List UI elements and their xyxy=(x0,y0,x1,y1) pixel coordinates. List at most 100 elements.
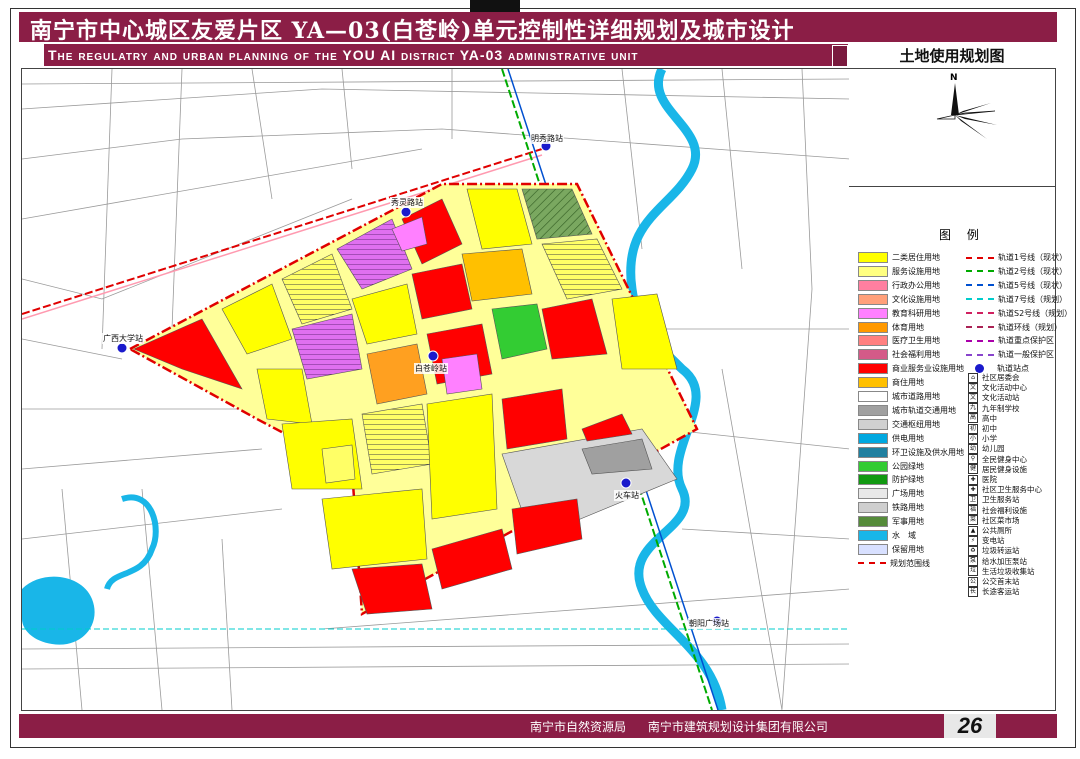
legend-swatch xyxy=(858,502,888,514)
legend-title: 图 例 xyxy=(939,228,985,242)
legend-swatch xyxy=(858,377,888,389)
legend-swatch xyxy=(858,307,888,319)
legend-swatch xyxy=(858,418,888,430)
legend-label: 商住用地 xyxy=(892,378,924,388)
legend-label: 轨道2号线（现状） xyxy=(998,266,1068,276)
legend-land-use-item: 社会福利用地 xyxy=(858,349,940,361)
middle-school-icon: 初 xyxy=(968,423,978,434)
culture-center-icon: 文 xyxy=(968,382,978,393)
legend-label: 社会福利用地 xyxy=(892,350,940,360)
legend-label: 轨道环线（规划） xyxy=(998,322,1062,332)
legend-swatch xyxy=(858,432,888,444)
legend-swatch xyxy=(858,293,888,305)
legend-swatch xyxy=(858,404,888,416)
legend-label: 轨道S2号线（规划） xyxy=(998,308,1073,318)
legend-swatch xyxy=(858,530,888,541)
legend-line-swatch xyxy=(966,284,994,287)
legend-swatch xyxy=(858,321,888,333)
legend-facility-item: 长长途客运站 xyxy=(968,586,1020,597)
legend-line-item: 轨道2号线（现状） xyxy=(966,266,1067,277)
legend-label: 防护绿地 xyxy=(892,475,924,485)
legend-line-item: 轨道环线（规划） xyxy=(966,322,1062,333)
legend-line-item: 轨道一般保护区 xyxy=(966,349,1054,360)
house-icon: ⌂ xyxy=(968,372,978,383)
legend-land-use-item: 体育用地 xyxy=(858,321,924,333)
land-use-map[interactable]: 明秀路站 秀灵路站 广西大学站 白苍岭站 火车站 朝阳广场站 xyxy=(21,68,851,711)
legend-land-use-item: 交通枢纽用地 xyxy=(858,418,940,430)
top-tab xyxy=(470,0,520,12)
legend-line-swatch xyxy=(966,339,994,342)
toilet-icon: ▲ xyxy=(968,525,978,536)
legend-label: 城市轨道交通用地 xyxy=(892,405,956,415)
legend-land-use-item: 服务设施用地 xyxy=(858,265,940,277)
legend-label: 医疗卫生用地 xyxy=(892,336,940,346)
legend-label: 教育科研用地 xyxy=(892,308,940,318)
legend-line-item: 轨道7号线（规划） xyxy=(966,294,1067,305)
legend-swatch xyxy=(858,391,888,402)
legend-land-use-item: 防护绿地 xyxy=(858,474,924,486)
legend-land-use-item: 广场用地 xyxy=(858,488,924,500)
station-baicangling xyxy=(427,350,439,362)
health-center-icon: ✚ xyxy=(968,484,978,495)
station-label-xiuling: 秀灵路站 xyxy=(390,197,424,208)
legend-land-use-item: 公园绿地 xyxy=(858,460,924,472)
legend-label: 商业服务业设施用地 xyxy=(892,364,964,374)
page-title: 南宁市中心城区友爱片区 YA—03(白苍岭)单元控制性详细规划及城市设计 xyxy=(30,18,795,44)
legend-swatch xyxy=(858,349,888,361)
map-title: 土地使用规划图 xyxy=(899,47,1005,65)
legend-label: 体育用地 xyxy=(892,322,924,332)
substation-icon: ⚡ xyxy=(968,535,978,546)
legend-label: 轨道1号线（现状） xyxy=(998,253,1068,262)
station-label-chaoyang: 朝阳广场站 xyxy=(688,618,730,629)
legend-land-use-item: 文化设施用地 xyxy=(858,293,940,305)
legend-line-swatch xyxy=(966,270,994,273)
primary-school-icon: 小 xyxy=(968,433,978,444)
legend-land-use-item: 水 域 xyxy=(858,530,916,541)
legend-line-swatch xyxy=(966,298,994,301)
legend-line-item: 轨道S2号线（规划） xyxy=(966,308,1072,319)
legend-swatch xyxy=(858,562,886,565)
legend-divider xyxy=(849,186,1055,187)
legend-line-swatch xyxy=(966,353,994,356)
legend-swatch xyxy=(858,543,888,555)
legend-land-use-item: 教育科研用地 xyxy=(858,307,940,319)
legend-label: 保留用地 xyxy=(892,544,924,554)
legend-label: 文化设施用地 xyxy=(892,294,940,304)
waste-collection-icon: 垃 xyxy=(968,566,978,577)
legend-land-use-item: 商住用地 xyxy=(858,377,924,389)
legend-label: 长途客运站 xyxy=(982,587,1020,597)
hospital-icon: ✚ xyxy=(968,474,978,485)
stream xyxy=(104,494,159,591)
lake xyxy=(22,576,95,645)
nine-year-school-icon: 九 xyxy=(968,403,978,414)
kindergarten-icon: 幼 xyxy=(968,443,978,454)
footer-agencies: 南宁市自然资源局 南宁市建筑规划设计集团有限公司 xyxy=(530,720,828,734)
legend-land-use-item: 铁路用地 xyxy=(858,502,924,514)
legend-land-use-item: 行政办公用地 xyxy=(858,279,940,291)
legend-swatch xyxy=(858,488,888,500)
legend-land-use-item: 商业服务业设施用地 xyxy=(858,363,964,375)
legend-line-swatch xyxy=(966,312,994,315)
legend-swatch xyxy=(858,252,888,263)
legend-swatch xyxy=(858,474,888,486)
legend-line-item: 轨道1号线（现状） xyxy=(966,252,1067,263)
station-guangxi-univ xyxy=(116,342,128,354)
pump-station-icon: 泵 xyxy=(968,556,978,567)
market-icon: 菜 xyxy=(968,515,978,526)
legend-label: 公园绿地 xyxy=(892,461,924,471)
welfare-icon: 福 xyxy=(968,505,978,516)
station-label-baicangling: 白苍岭站 xyxy=(414,363,448,374)
legend-land-use-item: 城市道路用地 xyxy=(858,391,940,402)
legend-swatch xyxy=(858,265,888,277)
legend-label: 交通枢纽用地 xyxy=(892,419,940,429)
legend-land-use-item: 医疗卫生用地 xyxy=(858,335,940,347)
station-xiuling xyxy=(400,206,412,218)
legend-label: 服务设施用地 xyxy=(892,266,940,276)
legend-label: 轨道5号线（现状） xyxy=(998,280,1068,290)
legend-label: 行政办公用地 xyxy=(892,280,940,290)
legend-label: 水 域 xyxy=(892,531,916,540)
high-school-icon: 高 xyxy=(968,413,978,424)
legend-label: 铁路用地 xyxy=(892,503,924,513)
legend-land-use-item: 二类居住用地 xyxy=(858,252,940,263)
legend-swatch xyxy=(858,446,888,458)
